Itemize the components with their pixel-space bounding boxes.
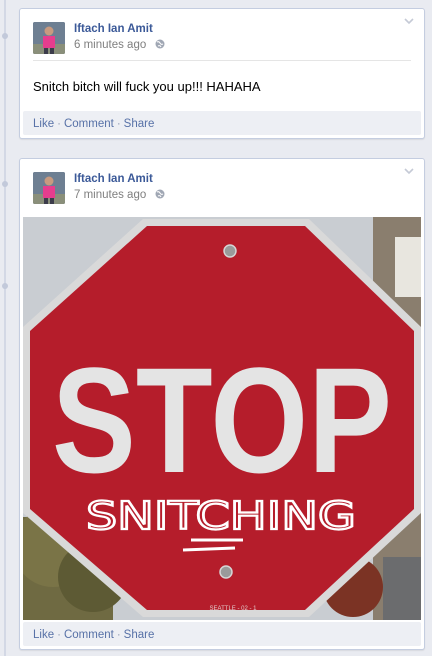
post-actions: Like · Comment · Share xyxy=(23,111,421,135)
comment-link[interactable]: Comment xyxy=(64,629,114,641)
share-link[interactable]: Share xyxy=(124,629,155,641)
timeline-dot xyxy=(2,33,8,39)
chevron-down-icon[interactable] xyxy=(404,17,414,25)
graffiti-text: SNITCHING xyxy=(86,494,356,538)
divider xyxy=(33,60,411,61)
separator: · xyxy=(57,629,61,641)
avatar[interactable] xyxy=(33,172,65,204)
post-actions: Like · Comment · Share xyxy=(23,622,421,646)
post-meta: 7 minutes ago xyxy=(74,189,165,201)
timeline-post-status: Iftach Ian Amit 6 minutes ago Snitch bit… xyxy=(19,8,425,139)
post-message: Snitch bitch will fuck you up!!! HAHAHA xyxy=(33,79,261,94)
sign-plate-text: SEATTLE - 02 - 1 xyxy=(210,606,258,612)
avatar[interactable] xyxy=(33,22,65,54)
share-link[interactable]: Share xyxy=(124,118,155,130)
comment-link[interactable]: Comment xyxy=(64,118,114,130)
author-link[interactable]: Iftach Ian Amit xyxy=(74,173,153,185)
timestamp-link[interactable]: 7 minutes ago xyxy=(74,189,146,201)
chevron-down-icon[interactable] xyxy=(404,167,414,175)
like-link[interactable]: Like xyxy=(33,629,54,641)
like-link[interactable]: Like xyxy=(33,118,54,130)
timestamp-link[interactable]: 6 minutes ago xyxy=(74,39,146,51)
timeline-dot xyxy=(2,181,8,187)
timeline-post-photo: Iftach Ian Amit 7 minutes ago STOP SNITC… xyxy=(19,158,425,650)
author-link[interactable]: Iftach Ian Amit xyxy=(74,23,153,35)
timeline-spine xyxy=(4,0,6,656)
separator: · xyxy=(116,629,121,641)
timeline-dot xyxy=(2,283,8,289)
globe-icon[interactable] xyxy=(155,39,165,49)
post-photo[interactable]: STOP SNITCHING SEATTLE - 02 - 1 xyxy=(23,217,421,620)
separator: · xyxy=(116,118,121,130)
post-meta: 6 minutes ago xyxy=(74,39,165,51)
globe-icon[interactable] xyxy=(155,189,165,199)
separator: · xyxy=(57,118,61,130)
sign-text: STOP xyxy=(52,336,392,504)
